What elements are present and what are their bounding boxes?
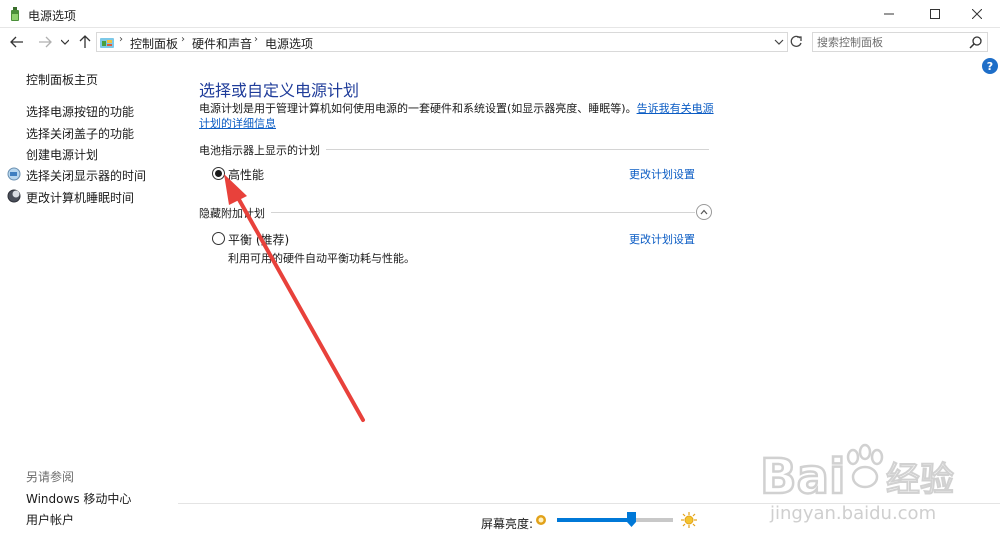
create-power-plan-link[interactable]: 创建电源计划 [26,146,98,163]
description-text: 电源计划是用于管理计算机如何使用电源的一套硬件和系统设置(如显示器亮度、睡眠等)… [199,102,637,115]
breadcrumb-separator: › [181,34,185,45]
help-icon: ? [986,59,994,73]
user-accounts-link[interactable]: 用户帐户 [26,511,74,528]
plan-balanced-label[interactable]: 平衡 (推荐) [228,231,289,248]
close-icon [972,9,982,19]
watermark-brand: Bai [760,449,845,505]
arrow-up-icon [79,35,91,48]
bright-brightness-icon [681,512,697,528]
refresh-icon[interactable] [788,33,804,51]
arrow-right-icon [39,36,52,48]
breadcrumb-separator: › [119,34,123,45]
display-off-time-link[interactable]: 选择关闭显示器的时间 [26,167,146,184]
plan-high-performance-radio[interactable] [212,167,225,180]
sleep-time-link[interactable]: 更改计算机睡眠时间 [26,189,134,206]
arrow-left-icon [10,36,23,48]
section-divider [199,212,695,213]
brightness-slider[interactable] [557,518,673,522]
search-box[interactable] [812,32,988,52]
minimize-icon [884,13,894,15]
dim-brightness-icon [536,515,546,525]
hidden-plans-heading: 隐藏附加计划 [199,205,271,221]
plan-balanced-description: 利用可用的硬件自动平衡功耗与性能。 [228,252,415,265]
control-panel-home-link[interactable]: 控制面板主页 [26,71,98,88]
title-bar: 电源选项 [0,0,1000,28]
brightness-label: 屏幕亮度: [481,517,534,531]
maximize-button[interactable] [912,0,958,28]
change-high-performance-settings-link[interactable]: 更改计划设置 [629,166,695,182]
up-button[interactable] [76,33,94,51]
address-bar[interactable]: › 控制面板 › 硬件和声音 › 电源选项 [96,32,788,52]
close-button[interactable] [954,0,1000,28]
watermark-brand-suffix: 经验 [886,460,954,500]
brightness-slider-fill [557,518,632,522]
windows-mobility-center-link[interactable]: Windows 移动中心 [26,490,131,507]
change-balanced-settings-link[interactable]: 更改计划设置 [629,231,695,247]
lid-close-function-link[interactable]: 选择关闭盖子的功能 [26,125,134,142]
search-input[interactable] [817,34,967,50]
plan-balanced-radio[interactable] [212,232,225,245]
forward-button[interactable] [36,33,54,51]
sleep-settings-icon [7,189,21,203]
battery-plans-heading: 电池指示器上显示的计划 [199,142,326,158]
chevron-down-icon [61,39,69,45]
control-panel-icon [100,38,114,48]
search-icon[interactable] [969,35,983,49]
breadcrumb-control-panel[interactable]: 控制面板 [130,35,178,52]
page-description: 电源计划是用于管理计算机如何使用电源的一套硬件和系统设置(如显示器亮度、睡眠等)… [199,101,719,131]
minimize-button[interactable] [866,0,912,28]
power-button-function-link[interactable]: 选择电源按钮的功能 [26,103,134,120]
chevron-up-icon [700,209,708,215]
collapse-hidden-plans-button[interactable] [696,204,712,220]
maximize-icon [930,9,940,19]
back-button[interactable] [8,33,26,51]
display-settings-icon [7,167,21,181]
baidu-jingyan-watermark: Bai 经验 jingyan.baidu.com [760,443,955,524]
breadcrumb-hardware-sound[interactable]: 硬件和声音 [192,35,252,52]
plan-high-performance-label[interactable]: 高性能 [228,166,264,183]
see-also-heading: 另请参阅 [26,470,75,484]
help-button[interactable]: ? [982,58,998,74]
page-title: 选择或自定义电源计划 [199,81,360,100]
address-dropdown-icon[interactable] [773,35,785,49]
window-title: 电源选项 [28,9,77,23]
breadcrumb-power-options[interactable]: 电源选项 [265,35,313,52]
brightness-slider-thumb[interactable] [626,512,636,527]
recent-locations-button[interactable] [58,33,72,51]
power-options-app-icon [11,7,19,21]
watermark-url: jingyan.baidu.com [769,503,936,524]
breadcrumb-separator: › [254,34,258,45]
